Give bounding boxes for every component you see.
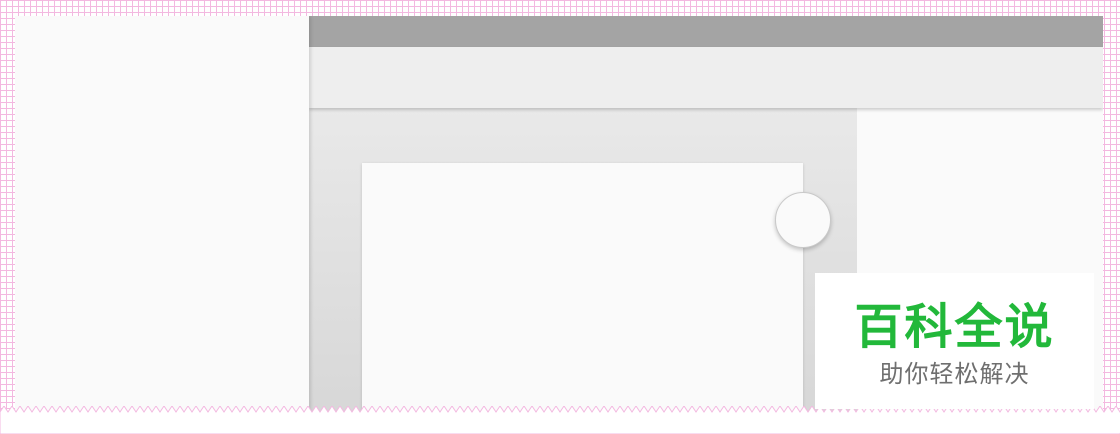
- torn-edge-divider: [0, 406, 1120, 434]
- navigation-drawer: [15, 16, 309, 434]
- content-card: [362, 163, 803, 434]
- torn-edge-path: [0, 406, 1120, 434]
- watermark: 百科全说 助你轻松解决: [815, 273, 1094, 409]
- app-bar: [309, 47, 1103, 108]
- watermark-title: 百科全说: [854, 299, 1055, 355]
- watermark-subtitle: 助你轻松解决: [879, 360, 1030, 388]
- floating-action-button[interactable]: [775, 192, 831, 248]
- status-bar: [309, 16, 1103, 47]
